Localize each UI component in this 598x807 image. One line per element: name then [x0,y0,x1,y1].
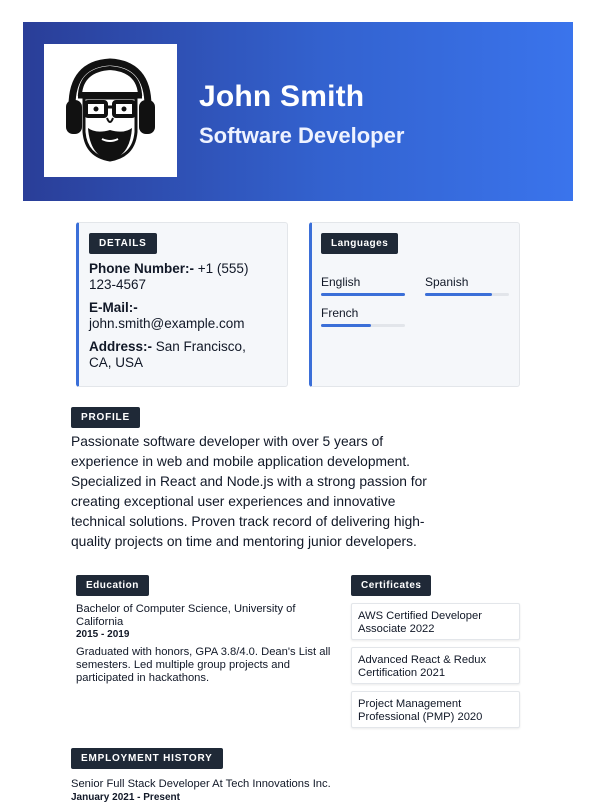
languages-badge: Languages [321,233,399,254]
language-english-bar [321,293,405,296]
language-french-fill [321,324,372,327]
education-badge: Education [76,575,149,596]
details-list: Phone Number:- +1 (555) 123-4567 E-Mail:… [89,261,249,378]
job-title: Senior Full Stack Developer At Tech Inno… [71,778,331,790]
education-dates: 2015 - 2019 [76,629,130,640]
languages-card: Languages English Spanish French [309,222,520,387]
candidate-name: John Smith [199,80,365,113]
language-french: French [321,306,359,320]
phone-label: Phone Number:- [89,261,195,276]
certificates-badge: Certificates [351,575,432,596]
profile-badge: PROFILE [71,407,140,428]
language-english: English [321,275,361,289]
education-degree: Bachelor of Computer Science, University… [76,603,296,628]
candidate-title: Software Developer [199,123,405,148]
email-label: E-Mail:- [89,300,138,315]
email-line: E-Mail:- john.smith@example.com [89,300,249,332]
email-value: john.smith@example.com [89,316,245,331]
address-line: Address:- San Francisco, CA, USA [89,339,249,371]
language-spanish: Spanish [425,275,469,289]
profile-summary: Passionate software developer with over … [71,434,427,549]
details-card: DETAILS Phone Number:- +1 (555) 123-4567… [76,222,288,387]
language-french-bar [321,324,405,327]
certificate-item: Advanced React & Redux Certification 202… [351,647,520,684]
phone-line: Phone Number:- +1 (555) 123-4567 [89,261,249,293]
employment-badge: EMPLOYMENT HISTORY [71,748,223,769]
education-description: Graduated with honors, GPA 3.8/4.0. Dean… [76,646,331,684]
language-english-fill [321,293,405,296]
language-spanish-fill [425,293,493,296]
address-label: Address:- [89,339,153,354]
job-dates: January 2021 - Present [71,792,180,803]
certificate-item: Project Management Professional (PMP) 20… [351,691,520,728]
language-spanish-bar [425,293,509,296]
avatar [44,44,177,177]
certificate-item: AWS Certified Developer Associate 2022 [351,603,520,640]
resume-header: John Smith Software Developer [23,22,573,201]
details-badge: DETAILS [89,233,157,254]
avatar-icon [66,58,155,162]
